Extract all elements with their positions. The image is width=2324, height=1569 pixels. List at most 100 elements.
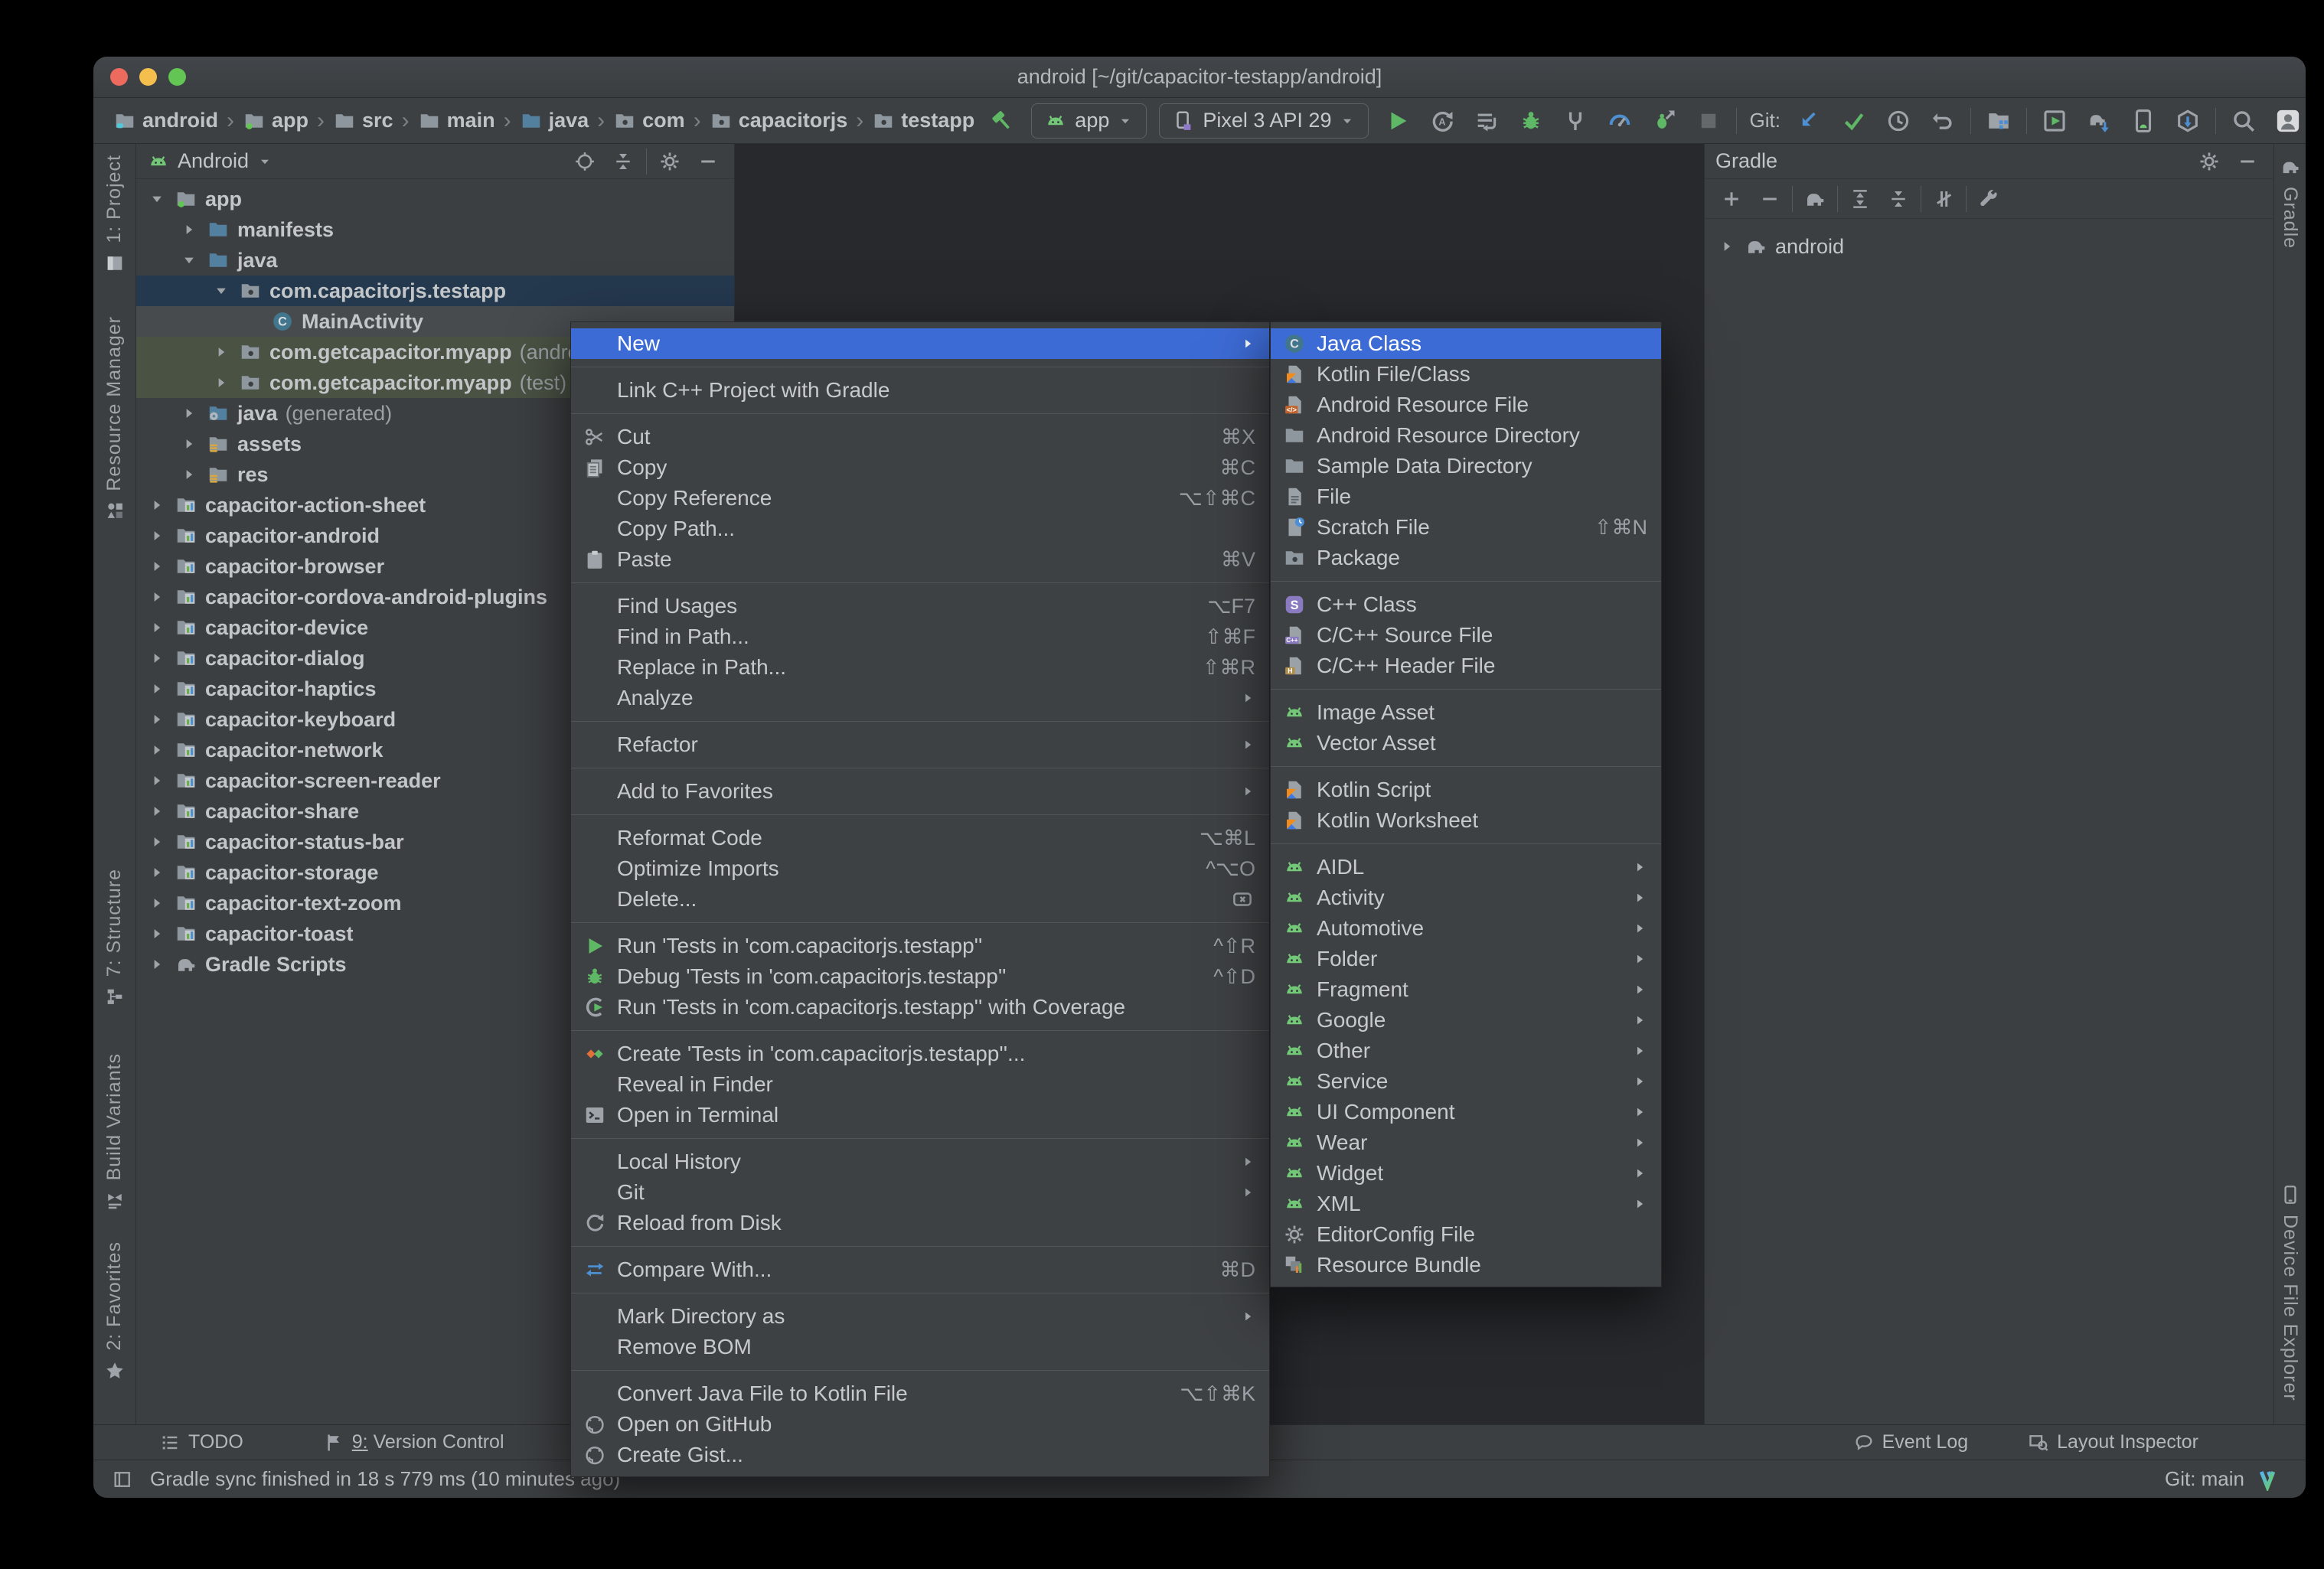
profile-avatar[interactable]	[2271, 104, 2305, 138]
submenu-item-android-resource-directory[interactable]: Android Resource Directory	[1271, 420, 1661, 451]
run-button[interactable]	[1381, 104, 1415, 138]
sync-project-with-gradle-button[interactable]	[2082, 104, 2116, 138]
tree-right-arrow-icon[interactable]	[147, 772, 167, 789]
search-everywhere-button[interactable]	[2227, 104, 2260, 138]
menu-item-delete[interactable]: Delete...	[571, 884, 1269, 915]
breadcrumb-com[interactable]: com	[613, 109, 685, 132]
menu-item-git[interactable]: Git	[571, 1177, 1269, 1208]
breadcrumb-main[interactable]: main	[418, 109, 495, 132]
breadcrumb-testapp[interactable]: testapp	[872, 109, 974, 132]
menu-item-reload-from-disk[interactable]: Reload from Disk	[571, 1208, 1269, 1238]
menu-item-create-tests-in-com-capacitorjs-testapp[interactable]: Create 'Tests in 'com.capacitorjs.testap…	[571, 1039, 1269, 1069]
tree-item-java[interactable]: java	[136, 245, 734, 276]
submenu-item-file[interactable]: File	[1271, 481, 1661, 512]
tree-right-arrow-icon[interactable]	[147, 650, 167, 667]
tree-right-arrow-icon[interactable]	[179, 405, 199, 422]
tool-tab-resource-manager[interactable]: Resource Manager	[103, 316, 126, 522]
menu-item-reformat-code[interactable]: Reformat Code ⌥⌘L	[571, 823, 1269, 853]
submenu-item-fragment[interactable]: Fragment	[1271, 974, 1661, 1005]
submenu-item-xml[interactable]: XML	[1271, 1189, 1661, 1219]
menu-item-run-tests-in-com-capacitorjs-testapp[interactable]: Run 'Tests in 'com.capacitorjs.testapp''…	[571, 931, 1269, 961]
menu-item-paste[interactable]: Paste ⌘V	[571, 544, 1269, 575]
project-view-select[interactable]: Android	[178, 149, 249, 173]
submenu-item-editorconfig-file[interactable]: EditorConfig File	[1271, 1219, 1661, 1250]
update-project-button[interactable]	[1793, 104, 1826, 138]
menu-item-replace-in-path[interactable]: Replace in Path... ⇧⌘R	[571, 652, 1269, 683]
commit-button[interactable]	[1837, 104, 1871, 138]
pair-device-button[interactable]	[2127, 104, 2160, 138]
collapse-all-button[interactable]	[608, 146, 638, 177]
submenu-item-service[interactable]: Service	[1271, 1066, 1661, 1097]
submenu-item-resource-bundle[interactable]: Resource Bundle	[1271, 1250, 1661, 1280]
build-project-button[interactable]	[985, 104, 1019, 138]
tree-down-arrow-icon[interactable]	[211, 282, 231, 299]
run-configuration-select[interactable]: app	[1031, 103, 1147, 139]
tree-right-arrow-icon[interactable]	[179, 435, 199, 452]
tree-item-manifests[interactable]: manifests	[136, 214, 734, 245]
history-button[interactable]	[1882, 104, 1915, 138]
profile-button[interactable]	[1603, 104, 1637, 138]
tree-right-arrow-icon[interactable]	[1717, 238, 1737, 255]
tree-down-arrow-icon[interactable]	[179, 252, 199, 269]
menu-item-compare-with[interactable]: Compare With... ⌘D	[571, 1254, 1269, 1285]
menu-item-optimize-imports[interactable]: Optimize Imports ^⌥O	[571, 853, 1269, 884]
tree-right-arrow-icon[interactable]	[147, 497, 167, 514]
submenu-item-scratch-file[interactable]: Scratch File ⇧⌘N	[1271, 512, 1661, 543]
submenu-item-google[interactable]: Google	[1271, 1005, 1661, 1036]
submenu-item-ui-component[interactable]: UI Component	[1271, 1097, 1661, 1127]
breadcrumb-src[interactable]: src	[333, 109, 393, 132]
submenu-item-kotlin-worksheet[interactable]: Kotlin Worksheet	[1271, 805, 1661, 836]
menu-item-reveal-in-finder[interactable]: Reveal in Finder	[571, 1069, 1269, 1100]
breadcrumb-java[interactable]: java	[520, 109, 589, 132]
submenu-item-c-c-source-file[interactable]: C++ C/C++ Source File	[1271, 620, 1661, 651]
gradle-settings-button[interactable]	[2194, 146, 2224, 177]
tree-right-arrow-icon[interactable]	[147, 864, 167, 881]
submenu-item-vector-asset[interactable]: Vector Asset	[1271, 728, 1661, 758]
tool-button-todo[interactable]: TODO	[159, 1431, 243, 1453]
stop-button[interactable]	[1692, 104, 1725, 138]
rollback-button[interactable]	[1926, 104, 1960, 138]
gradle-tree-item-android[interactable]: android	[1705, 230, 2273, 263]
toggle-stripes-button[interactable]	[107, 1464, 138, 1495]
locate-file-button[interactable]	[570, 146, 600, 177]
tree-right-arrow-icon[interactable]	[147, 680, 167, 697]
zoom-window-button[interactable]	[168, 68, 186, 86]
apply-code-changes-button[interactable]	[1470, 104, 1503, 138]
tool-button-9-version-control[interactable]: 9: Version Control	[323, 1431, 504, 1453]
tool-button-layout-inspector[interactable]: Layout Inspector	[2028, 1431, 2198, 1453]
submenu-item-c-class[interactable]: S C++ Class	[1271, 589, 1661, 620]
tree-right-arrow-icon[interactable]	[147, 589, 167, 605]
menu-item-find-usages[interactable]: Find Usages ⌥F7	[571, 591, 1269, 621]
submenu-item-automotive[interactable]: Automotive	[1271, 913, 1661, 944]
tree-right-arrow-icon[interactable]	[147, 558, 167, 575]
menu-item-open-on-github[interactable]: Open on GitHub	[571, 1409, 1269, 1440]
submenu-item-kotlin-file-class[interactable]: Kotlin File/Class	[1271, 359, 1661, 390]
tree-right-arrow-icon[interactable]	[179, 221, 199, 238]
submenu-item-aidl[interactable]: AIDL	[1271, 852, 1661, 882]
menu-item-add-to-favorites[interactable]: Add to Favorites	[571, 776, 1269, 807]
menu-item-debug-tests-in-com-capacitorjs-testapp[interactable]: Debug 'Tests in 'com.capacitorjs.testapp…	[571, 961, 1269, 992]
menu-item-refactor[interactable]: Refactor	[571, 729, 1269, 760]
menu-item-analyze[interactable]: Analyze	[571, 683, 1269, 713]
menu-item-create-gist[interactable]: Create Gist...	[571, 1440, 1269, 1470]
tree-item-app[interactable]: app	[136, 184, 734, 214]
submenu-item-wear[interactable]: Wear	[1271, 1127, 1661, 1158]
tree-down-arrow-icon[interactable]	[147, 191, 167, 207]
tree-right-arrow-icon[interactable]	[147, 742, 167, 758]
device-select[interactable]: Pixel 3 API 29	[1159, 103, 1369, 139]
run-with-profiler-button[interactable]	[1647, 104, 1681, 138]
submenu-item-package[interactable]: Package	[1271, 543, 1661, 573]
tool-tab-device-file-explorer[interactable]: Device File Explorer	[2279, 1184, 2301, 1401]
tree-right-arrow-icon[interactable]	[147, 527, 167, 544]
submenu-item-java-class[interactable]: C Java Class	[1271, 328, 1661, 359]
menu-item-remove-bom[interactable]: Remove BOM	[571, 1332, 1269, 1362]
add-configuration-button[interactable]	[1715, 183, 1748, 215]
menu-item-new[interactable]: New	[571, 328, 1269, 359]
tree-right-arrow-icon[interactable]	[147, 711, 167, 728]
minimize-window-button[interactable]	[139, 68, 157, 86]
tool-tab-build-variants[interactable]: Build Variants	[103, 1053, 126, 1211]
tree-right-arrow-icon[interactable]	[147, 895, 167, 912]
menu-item-link-c-project-with-gradle[interactable]: Link C++ Project with Gradle	[571, 375, 1269, 406]
breadcrumb-capacitorjs[interactable]: capacitorjs	[710, 109, 847, 132]
tree-item-com-capacitorjs-testapp[interactable]: com.capacitorjs.testapp	[136, 276, 734, 306]
